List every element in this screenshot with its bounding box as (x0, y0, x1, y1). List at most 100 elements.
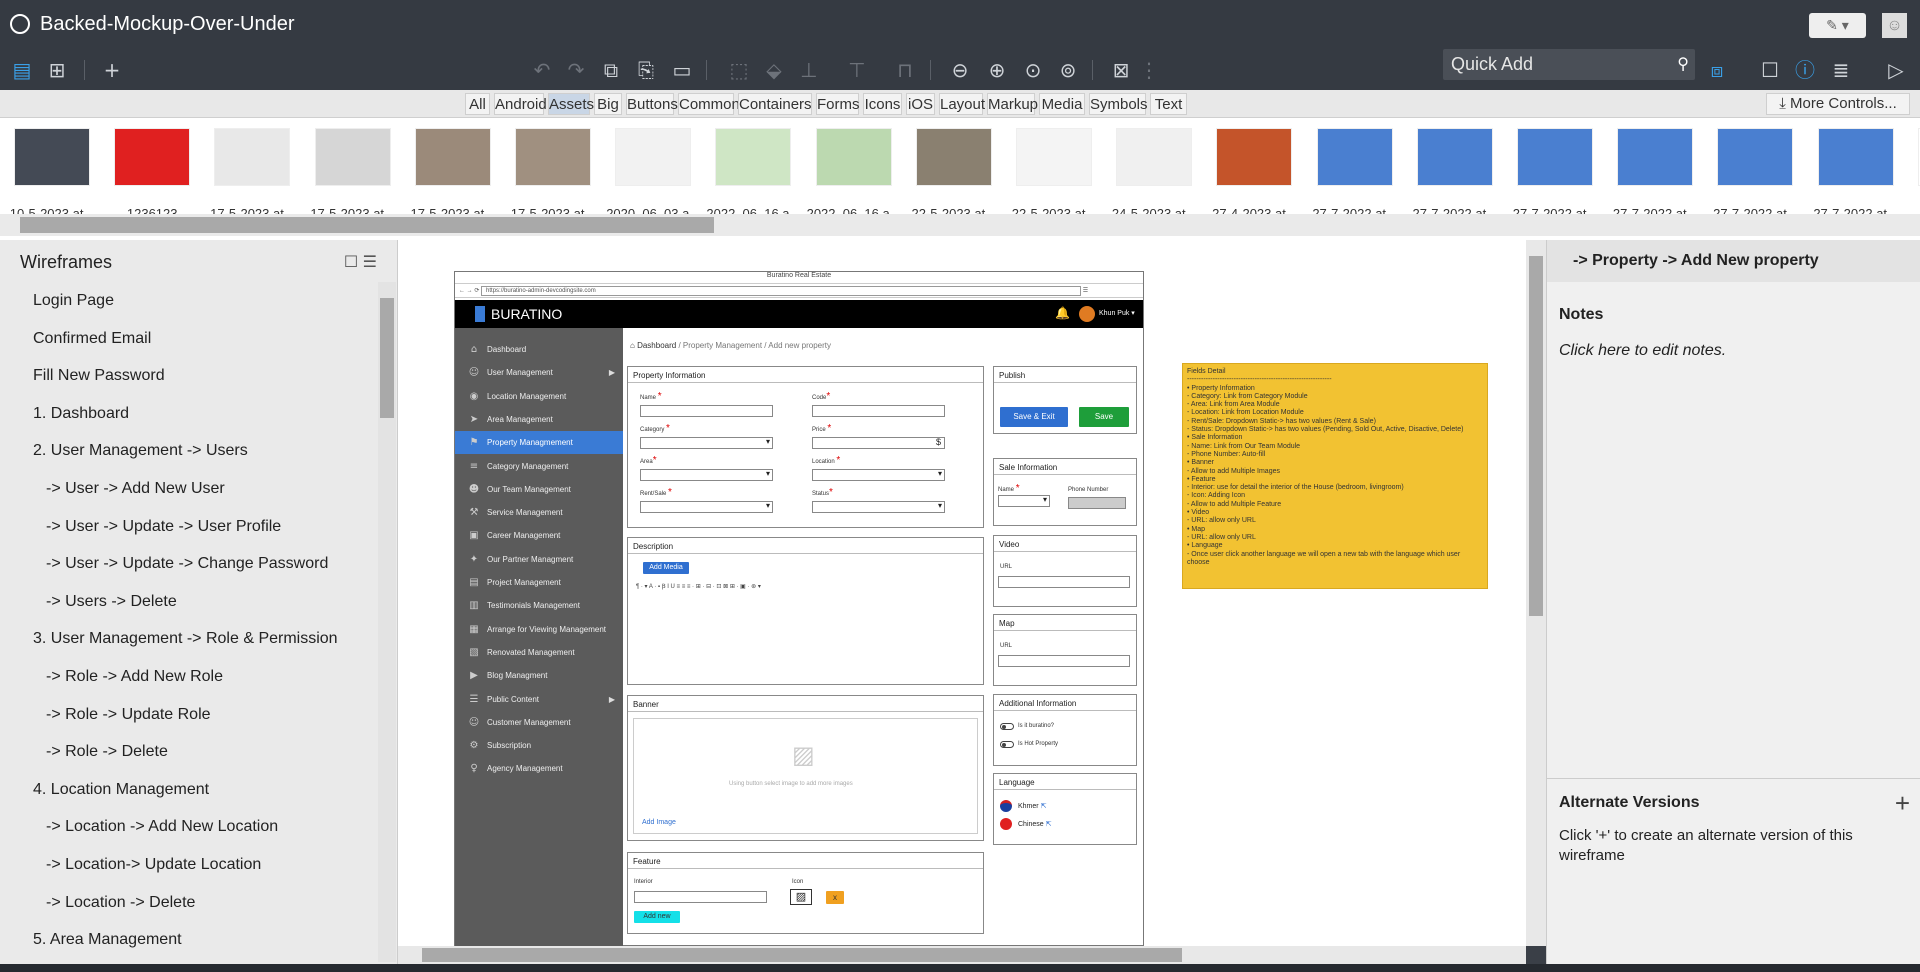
asset-thumbnail[interactable]: 17-5-2023 at... (405, 128, 501, 228)
library-tab-forms[interactable]: Forms (816, 93, 860, 115)
properties-icon[interactable]: ≣ (1827, 56, 1855, 84)
add-alternate-icon[interactable]: + (1895, 788, 1910, 819)
asset-thumbnail[interactable]: 27-7-2022 at... (1707, 128, 1803, 228)
hot-property-toggle[interactable] (1000, 741, 1014, 748)
mockup-sidebar-item[interactable]: ➤ Area Management (455, 408, 623, 431)
wireframe-list-item[interactable]: 5. Area Management (0, 921, 378, 959)
asset-thumbnail[interactable]: 22-5-2023 at... (906, 128, 1002, 228)
wireframe-list-item[interactable]: -> User -> Add New User (0, 470, 378, 508)
asset-thumbnail[interactable]: 17-5-2023 at... (204, 128, 300, 228)
panel-view-toggle-icon[interactable]: ☐ ☰ (344, 252, 377, 272)
rent-sale-select[interactable] (640, 501, 773, 513)
asset-thumbnail[interactable]: 2020_06_03 a... (605, 128, 701, 228)
group-icon[interactable]: ⬚ (725, 56, 753, 84)
asset-thumbnail[interactable]: 10-5-2023 at... (4, 128, 100, 228)
wireframe-list-item[interactable]: -> Location-> Update Location (0, 846, 378, 884)
mockup-sidebar-item[interactable]: ☰ Public Content ▶ (455, 688, 623, 711)
library-tab-big[interactable]: Big (594, 93, 622, 115)
library-tab-symbols[interactable]: Symbols (1089, 93, 1148, 115)
status-select[interactable] (812, 501, 945, 513)
canvas-vertical-scrollbar[interactable] (1526, 240, 1546, 946)
video-url-input[interactable] (998, 576, 1130, 588)
wireframe-list-item[interactable]: Confirmed Email (0, 320, 378, 358)
mockup-sidebar-item[interactable]: ✦ Our Partner Managment (455, 548, 623, 571)
library-tab-buttons[interactable]: Buttons (626, 93, 678, 115)
mockup-sidebar-item[interactable]: ☺ User Management ▶ (455, 361, 623, 384)
remove-feature-button[interactable]: x (826, 891, 844, 904)
wireframe-list-item[interactable]: -> Users -> Delete (0, 583, 378, 621)
grid-view-icon[interactable]: ⊞ (43, 56, 71, 84)
wireframe-list-item[interactable]: 3. User Management -> Role & Permission (0, 620, 378, 658)
asset-thumbnail[interactable]: 27-7-2022 at... (1507, 128, 1603, 228)
interior-input[interactable] (634, 891, 767, 903)
zoom-out-icon[interactable]: ⊖ (946, 56, 974, 84)
code-input[interactable] (812, 405, 945, 417)
khmer-language-link[interactable]: Khmer ⇱ (1018, 802, 1046, 810)
wireframe-list-item[interactable]: -> Location -> Delete (0, 884, 378, 922)
library-tab-assets[interactable]: Assets (548, 93, 594, 115)
name-input[interactable] (640, 405, 773, 417)
library-tab-android[interactable]: Android (494, 93, 547, 115)
mockup-sidebar-item[interactable]: ▶ Blog Managment (455, 664, 623, 687)
location-select[interactable] (812, 469, 945, 481)
copy-icon[interactable]: ⧉ (597, 56, 625, 84)
fields-detail-sticky-note[interactable]: Fields Detail --------------------------… (1182, 363, 1488, 589)
library-tab-all[interactable]: All (465, 93, 490, 115)
chinese-language-link[interactable]: Chinese ⇱ (1018, 820, 1052, 828)
edit-mode-button[interactable]: ✎ ▾ (1809, 13, 1866, 38)
asset-thumbnail[interactable]: 27-4-2023 at... (1206, 128, 1302, 228)
mockup-sidebar-item[interactable]: ⚑ Property Managmement (455, 431, 623, 455)
save-exit-button[interactable]: Save & Exit (1000, 407, 1068, 427)
library-tab-layout[interactable]: Layout (939, 93, 985, 115)
wireframe-list-item[interactable]: 2. User Management -> Users (0, 432, 378, 470)
distribute-icon[interactable]: ⊤ (843, 56, 871, 84)
comments-icon[interactable]: ☐ (1756, 56, 1784, 84)
mockup-sidebar-item[interactable]: ⚙ Subscription (455, 734, 623, 757)
is-buratino-toggle[interactable] (1000, 723, 1014, 730)
undo-icon[interactable]: ↶ (528, 56, 556, 84)
asset-thumbnail[interactable]: 27-7-2022 at... (1307, 128, 1403, 228)
zoom-in-icon[interactable]: ⊕ (983, 56, 1011, 84)
asset-thumbnail[interactable]: 17-5-2023 at... (305, 128, 401, 228)
asset-thumbnail[interactable]: 27-7-2022 at... (1407, 128, 1503, 228)
notes-field[interactable]: Click here to edit notes. (1559, 342, 1726, 360)
library-tab-media[interactable]: Media (1039, 93, 1085, 115)
clipboard-icon[interactable]: ▭ (668, 56, 696, 84)
link-icon[interactable]: ⧈ (1703, 56, 1731, 84)
present-icon[interactable]: ▷ (1882, 56, 1910, 84)
mockup-sidebar-item[interactable]: ⌂ Dashboard (455, 338, 623, 361)
info-icon[interactable]: ⓘ (1791, 56, 1819, 84)
wireframe-list-item[interactable]: -> Role -> Update Role (0, 696, 378, 734)
wireframe-list-scrollbar[interactable] (378, 282, 396, 962)
asset-thumbnail[interactable]: 27-7-2022 at... (1607, 128, 1703, 228)
wireframe-list-item[interactable]: 1. Dashboard (0, 395, 378, 433)
wireframe-list-item[interactable]: -> Location -> Add New Location (0, 808, 378, 846)
asset-thumbnail[interactable]: 27-7-2022 at... (1808, 128, 1904, 228)
library-tab-text[interactable]: Text (1150, 93, 1187, 115)
area-select[interactable] (640, 469, 773, 481)
wireframe-list-item[interactable]: -> User -> Update -> User Profile (0, 508, 378, 546)
mockup-sidebar-item[interactable]: ▦ Arrange for Viewing Management (455, 618, 623, 641)
mockup-sidebar-item[interactable]: ☻ Our Team Management (455, 478, 623, 501)
library-tab-ios[interactable]: iOS (906, 93, 935, 115)
fit-icon[interactable]: ⊚ (1054, 56, 1082, 84)
list-view-icon[interactable]: ▤ (8, 56, 36, 84)
asset-thumbnail[interactable]: 22-5-2023 at... (1006, 128, 1102, 228)
sale-name-select[interactable] (998, 495, 1050, 507)
actual-size-icon[interactable]: ⊙ (1019, 56, 1047, 84)
library-tab-common[interactable]: Common (678, 93, 740, 115)
wireframe-list-item[interactable]: -> Role -> Delete (0, 733, 378, 771)
ungroup-icon[interactable]: ⬙ (760, 56, 788, 84)
asset-thumbnail[interactable]: 2022_06_16 a... (806, 128, 902, 228)
wireframe-list-item[interactable]: -> User -> Update -> Change Password (0, 545, 378, 583)
asset-thumbnail[interactable]: 2 (1908, 128, 1920, 228)
delete-icon[interactable]: ⊠ (1107, 56, 1135, 84)
more-controls-button[interactable]: ⤓ More Controls... (1766, 93, 1910, 115)
mockup-sidebar-item[interactable]: ≡ Category Management (455, 455, 623, 478)
canvas-horizontal-scrollbar[interactable] (398, 946, 1526, 964)
asset-thumbnail[interactable]: 24-5-2023 at... (1106, 128, 1202, 228)
mockup-sidebar-item[interactable]: ▧ Renovated Management (455, 641, 623, 664)
add-media-button[interactable]: Add Media (643, 562, 689, 574)
mockup-sidebar-item[interactable]: ◉ Location Management (455, 385, 623, 408)
redo-icon[interactable]: ↷ (562, 56, 590, 84)
